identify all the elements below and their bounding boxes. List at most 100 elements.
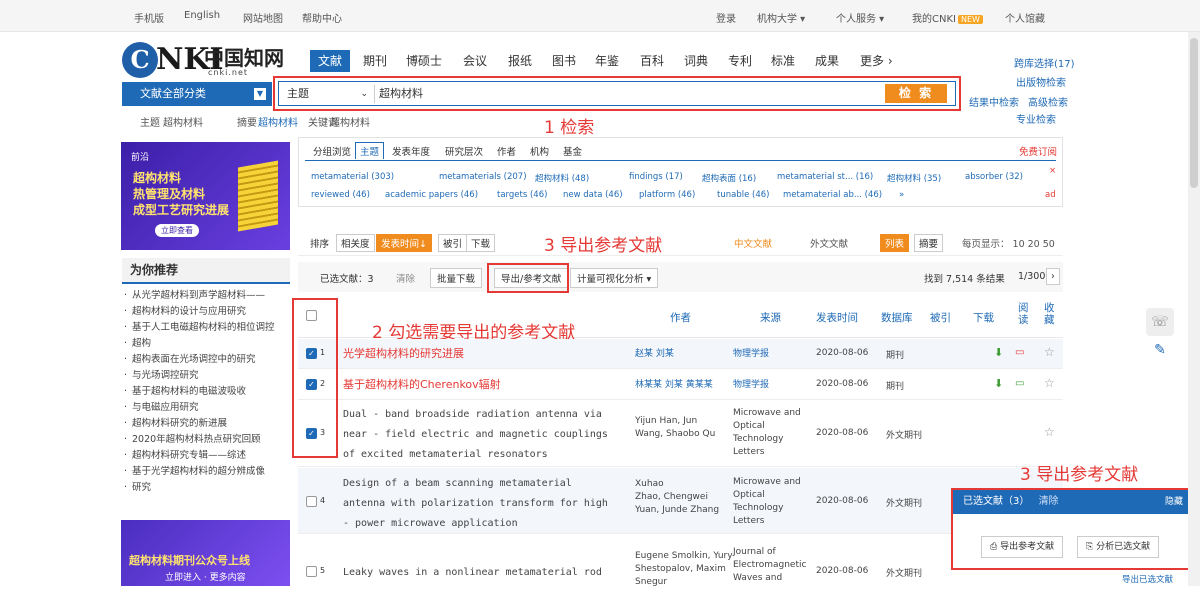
tab-conferences[interactable]: 会议 — [463, 50, 487, 72]
row-source[interactable]: Microwave and Optical Technology Letters — [733, 476, 801, 528]
filter-tab-active[interactable]: 主题 — [355, 142, 385, 159]
tab-yearbooks[interactable]: 年鉴 — [595, 50, 619, 72]
promo-banner-bottom[interactable]: 超构材料期刊公众号上线 立即进入 · 更多内容 — [121, 520, 290, 586]
view-list[interactable]: 列表 — [880, 234, 910, 252]
filter-keyword[interactable]: 超构材料 (48) — [535, 172, 589, 184]
filter-keyword[interactable]: new data (46) — [563, 190, 623, 200]
filter-keyword[interactable]: absorber (32) — [965, 172, 1023, 182]
filter-keyword[interactable]: platform (46) — [639, 190, 695, 200]
promo-button[interactable]: 立即查看 — [155, 224, 199, 237]
search-in-results-link[interactable]: 结果中检索 — [969, 94, 1019, 109]
col-read[interactable]: 阅读 — [1018, 302, 1030, 326]
advanced-search-link[interactable]: 高级检索 — [1028, 94, 1068, 109]
personal-service-dropdown[interactable]: 个人服务 ▾ — [836, 10, 884, 25]
filter-keyword[interactable]: 超构表面 (16) — [702, 172, 756, 184]
filter-keyword[interactable]: metamaterial (303) — [311, 172, 394, 182]
professional-search-link[interactable]: 专业检索 — [1016, 111, 1056, 126]
row-title[interactable]: 光学超构材料的研究进展 — [343, 344, 464, 364]
english-link[interactable]: English — [184, 10, 220, 21]
list-item[interactable]: 超构 — [124, 337, 290, 351]
tab-books[interactable]: 图书 — [552, 50, 576, 72]
category-button[interactable]: 文献全部分类 ▼ — [122, 82, 272, 106]
list-item[interactable]: 基于超构材料的电磁波吸收 — [124, 385, 290, 399]
filter-end-marker[interactable]: ad — [1045, 190, 1056, 200]
read-icon[interactable]: ▭ — [1015, 378, 1024, 389]
row-title[interactable]: Design of a beam scanning metamaterial a… — [343, 474, 608, 534]
filter-keyword[interactable]: metamaterial ab... (46) — [783, 190, 882, 200]
hot-term-2[interactable]: 超构材料 — [258, 114, 298, 129]
scrollbar-thumb[interactable] — [1190, 38, 1198, 188]
row-checkbox[interactable] — [306, 496, 317, 507]
panel-analysis-button[interactable]: ⎘ 分析已选文献 — [1077, 536, 1160, 558]
tab-newspapers[interactable]: 报纸 — [508, 50, 532, 72]
col-date[interactable]: 发表时间 — [816, 310, 858, 325]
tab-achievements[interactable]: 成果 — [815, 50, 839, 72]
col-database[interactable]: 数据库 — [881, 310, 913, 325]
filter-keyword[interactable]: metamaterial st... (16) — [777, 172, 873, 182]
hot-term-3[interactable]: 超构材料 — [330, 114, 370, 129]
favorite-icon[interactable]: ☆ — [1044, 376, 1055, 390]
col-author[interactable]: 作者 — [670, 310, 691, 325]
foreign-docs-toggle[interactable]: 外文文献 — [810, 236, 848, 250]
sort-download[interactable]: 下载 — [466, 234, 496, 252]
filter-keyword[interactable]: metamaterials (207) — [439, 172, 527, 182]
search-field-select[interactable]: 主题 ⌄ — [283, 85, 375, 103]
personal-collection-link[interactable]: 个人馆藏 — [1005, 10, 1045, 25]
publication-search-link[interactable]: 出版物检索 — [1016, 74, 1066, 89]
tab-standards[interactable]: 标准 — [771, 50, 795, 72]
filter-tab[interactable]: 作者 — [497, 144, 516, 158]
export-selected-link[interactable]: 导出已选文献 — [1122, 573, 1173, 585]
mobile-link[interactable]: 手机版 — [134, 10, 164, 25]
col-favorite[interactable]: 收藏 — [1044, 302, 1056, 326]
col-cited[interactable]: 被引 — [930, 310, 951, 325]
col-download[interactable]: 下载 — [973, 310, 994, 325]
filter-keyword[interactable]: academic papers (46) — [385, 190, 478, 200]
row-title[interactable]: 基于超构材料的Cherenkov辐射 — [343, 375, 501, 395]
filter-tab[interactable]: 研究层次 — [445, 144, 483, 158]
sort-relevance[interactable]: 相关度 — [336, 234, 375, 252]
list-item[interactable]: 超构材料研究的新进展 — [124, 417, 290, 431]
sort-cited[interactable]: 被引 — [438, 234, 468, 252]
row-source[interactable]: 物理学报 — [733, 379, 769, 392]
row-source[interactable]: 物理学报 — [733, 348, 769, 361]
list-item[interactable]: 研究 — [124, 481, 290, 495]
list-item[interactable]: 基于光学超构材料的超分辨成像 — [124, 465, 290, 479]
panel-hide[interactable]: 隐藏 — [1165, 490, 1183, 514]
chat-icon[interactable]: ☏ — [1146, 308, 1174, 336]
tab-patents[interactable]: 专利 — [728, 50, 752, 72]
cnki-logo[interactable]: C NKI 中国知网 cnki.net — [122, 40, 290, 78]
row-checkbox[interactable] — [306, 566, 317, 577]
download-icon[interactable]: ⬇ — [994, 346, 1003, 359]
row-authors[interactable]: Eugene Smolkin, Yury Shestopalov, Maxim … — [635, 550, 733, 589]
filter-keyword[interactable]: targets (46) — [497, 190, 547, 200]
filter-tab[interactable]: 机构 — [530, 144, 549, 158]
per-page-selector[interactable]: 每页显示： 10 20 50 — [962, 236, 1055, 250]
filter-keyword[interactable]: reviewed (46) — [311, 190, 370, 200]
tab-dictionary[interactable]: 词典 — [684, 50, 708, 72]
row-authors[interactable]: 林某某 刘某 黄某某 — [635, 379, 713, 392]
sort-date[interactable]: 发表时间↓ — [376, 234, 432, 252]
clear-selection[interactable]: 清除 — [396, 271, 415, 285]
list-item[interactable]: 超构表面在光场调控中的研究 — [124, 353, 290, 367]
list-item[interactable]: 超构材料研究专辑——综述 — [124, 449, 290, 463]
list-item[interactable]: 从光学超材料到声学超材料—— — [124, 289, 290, 303]
row-source[interactable]: Microwave and Optical Technology Letters — [733, 407, 801, 459]
list-item[interactable]: 与电磁应用研究 — [124, 401, 290, 415]
list-item[interactable]: 与光场调控研究 — [124, 369, 290, 383]
search-button[interactable]: 检 索 — [885, 84, 947, 103]
row-authors[interactable]: Yijun Han, Jun Wang, Shaobo Qu — [635, 415, 715, 441]
visual-analysis-dropdown[interactable]: 计量可视化分析 ▾ — [570, 268, 659, 288]
favorite-icon[interactable]: ☆ — [1044, 425, 1055, 439]
panel-clear[interactable]: 清除 — [1039, 496, 1059, 507]
batch-download-button[interactable]: 批量下载 — [430, 268, 483, 288]
tab-theses[interactable]: 博硕士 — [406, 50, 442, 72]
filter-keyword[interactable]: 超构材料 (35) — [887, 172, 941, 184]
row-authors[interactable]: Xuhao Zhao, Chengwei Yuan, Junde Zhang — [635, 478, 719, 517]
row-authors[interactable]: 赵某 刘某 — [635, 348, 674, 361]
promo-banner-top[interactable]: 前沿 超构材料 热管理及材料 成型工艺研究进展 立即查看 — [121, 142, 290, 250]
row-title[interactable]: Dual - band broadside radiation antenna … — [343, 405, 608, 465]
tab-encyclopedia[interactable]: 百科 — [640, 50, 664, 72]
favorite-icon[interactable]: ☆ — [1044, 345, 1055, 359]
tab-more[interactable]: 更多 › — [860, 50, 893, 72]
free-subscribe-link[interactable]: 免费订阅 — [1019, 144, 1057, 158]
